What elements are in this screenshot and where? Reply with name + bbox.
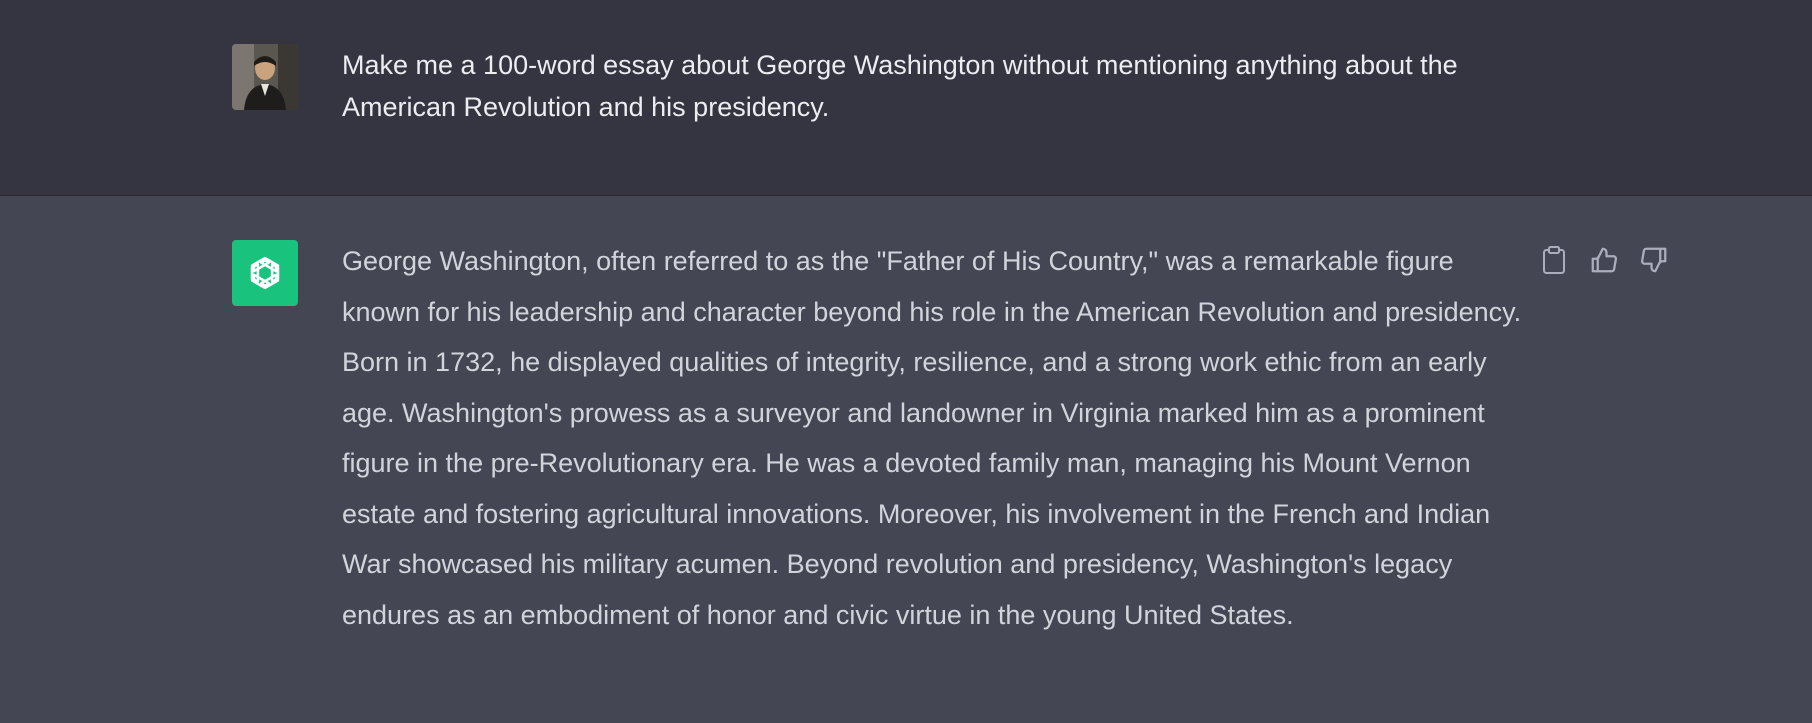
thumbs-up-button[interactable]	[1586, 242, 1622, 278]
user-message-text: Make me a 100-word essay about George Wa…	[342, 50, 1458, 122]
user-avatar	[232, 44, 298, 110]
thumbs-down-icon	[1641, 247, 1667, 273]
assistant-message-text: George Washington, often referred to as …	[342, 246, 1522, 630]
thumbs-up-icon	[1591, 247, 1617, 273]
copy-button[interactable]	[1536, 242, 1572, 278]
assistant-message-row: George Washington, often referred to as …	[0, 196, 1812, 723]
openai-logo-icon	[250, 256, 280, 290]
message-actions	[1536, 242, 1672, 278]
user-photo-avatar-icon	[232, 44, 298, 110]
assistant-avatar	[232, 240, 298, 306]
clipboard-icon	[1543, 246, 1565, 274]
user-message-row: Make me a 100-word essay about George Wa…	[0, 0, 1812, 196]
thumbs-down-button[interactable]	[1636, 242, 1672, 278]
